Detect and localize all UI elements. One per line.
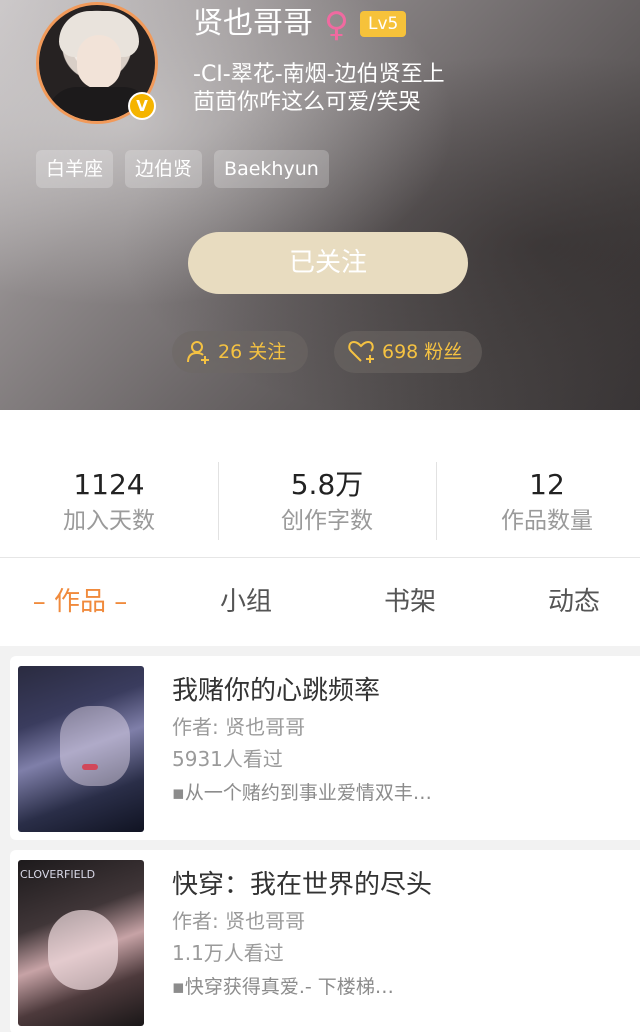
tab-bar: – 作品 – 小组 书架 动态	[0, 558, 640, 646]
work-author: 作者: 贤也哥哥	[172, 909, 306, 933]
divider	[218, 462, 219, 540]
add-user-icon	[187, 341, 209, 364]
female-icon: ♀	[324, 5, 349, 45]
tag-list: 白羊座 边伯贤 Baekhyun	[36, 150, 329, 188]
stat-value: 1124	[73, 468, 145, 501]
tag-item[interactable]: Baekhyun	[214, 150, 329, 188]
cover-art	[60, 706, 130, 786]
avatar-face	[77, 35, 121, 89]
tab-activity[interactable]: 动态	[524, 558, 624, 646]
stat-label: 作品数量	[501, 508, 593, 534]
tag-item[interactable]: 边伯贤	[125, 150, 203, 188]
bio-line-1: -CI-翠花-南烟-边伯贤至上	[193, 62, 445, 87]
cover-title-text: CLOVERFIELD	[20, 868, 96, 881]
stats-bar: 1124 加入天数 5.8万 创作字数 12 作品数量	[0, 410, 640, 558]
stat-works-count: 12 作品数量	[436, 410, 640, 558]
verified-badge-icon: V	[128, 92, 156, 120]
work-author: 作者: 贤也哥哥	[172, 715, 306, 739]
profile-header: V 贤也哥哥 ♀ Lv5 -CI-翠花-南烟-边伯贤至上 茴茴你咋这么可爱/笑哭…	[0, 0, 640, 410]
cover-art	[82, 764, 98, 770]
stat-value: 5.8万	[290, 468, 364, 501]
following-count: 26 关注	[218, 341, 287, 363]
tab-groups[interactable]: 小组	[196, 558, 296, 646]
fans-button[interactable]: 698 粉丝	[334, 331, 482, 373]
stat-value: 12	[529, 468, 565, 501]
fans-count: 698 粉丝	[382, 341, 463, 363]
work-title[interactable]: 快穿：我在世界的尽头	[172, 868, 432, 902]
work-views: 1.1万人看过	[172, 941, 284, 965]
cover-art	[48, 910, 118, 990]
followed-button[interactable]: 已关注	[188, 232, 468, 294]
bio-line-2: 茴茴你咋这么可爱/笑哭	[193, 90, 421, 115]
book-cover[interactable]	[18, 666, 144, 832]
tab-works[interactable]: – 作品 –	[20, 558, 140, 646]
work-title[interactable]: 我赌你的心跳频率	[172, 674, 380, 708]
heart-plus-icon	[348, 340, 374, 363]
username: 贤也哥哥	[193, 6, 313, 41]
work-views: 5931人看过	[172, 747, 283, 771]
stat-label: 创作字数	[281, 508, 373, 534]
work-description: ▪从一个赌约到事业爱情双丰…	[172, 782, 432, 804]
list-item[interactable]: 我赌你的心跳频率 作者: 贤也哥哥 5931人看过 ▪从一个赌约到事业爱情双丰…	[10, 656, 640, 840]
list-item[interactable]: CLOVERFIELD 快穿：我在世界的尽头 作者: 贤也哥哥 1.1万人看过 …	[10, 850, 640, 1032]
tag-item[interactable]: 白羊座	[36, 150, 114, 188]
book-cover[interactable]: CLOVERFIELD	[18, 860, 144, 1026]
works-list: 我赌你的心跳频率 作者: 贤也哥哥 5931人看过 ▪从一个赌约到事业爱情双丰……	[0, 646, 640, 1032]
work-description: ▪快穿获得真爱.- 下楼梯…	[172, 976, 394, 998]
level-badge: Lv5	[360, 11, 407, 37]
divider	[436, 462, 437, 540]
stat-word-count: 5.8万 创作字数	[218, 410, 436, 558]
tab-bookshelf[interactable]: 书架	[360, 558, 460, 646]
stat-label: 加入天数	[63, 508, 155, 534]
stat-join-days: 1124 加入天数	[0, 410, 218, 558]
following-button[interactable]: 26 关注	[172, 331, 308, 373]
